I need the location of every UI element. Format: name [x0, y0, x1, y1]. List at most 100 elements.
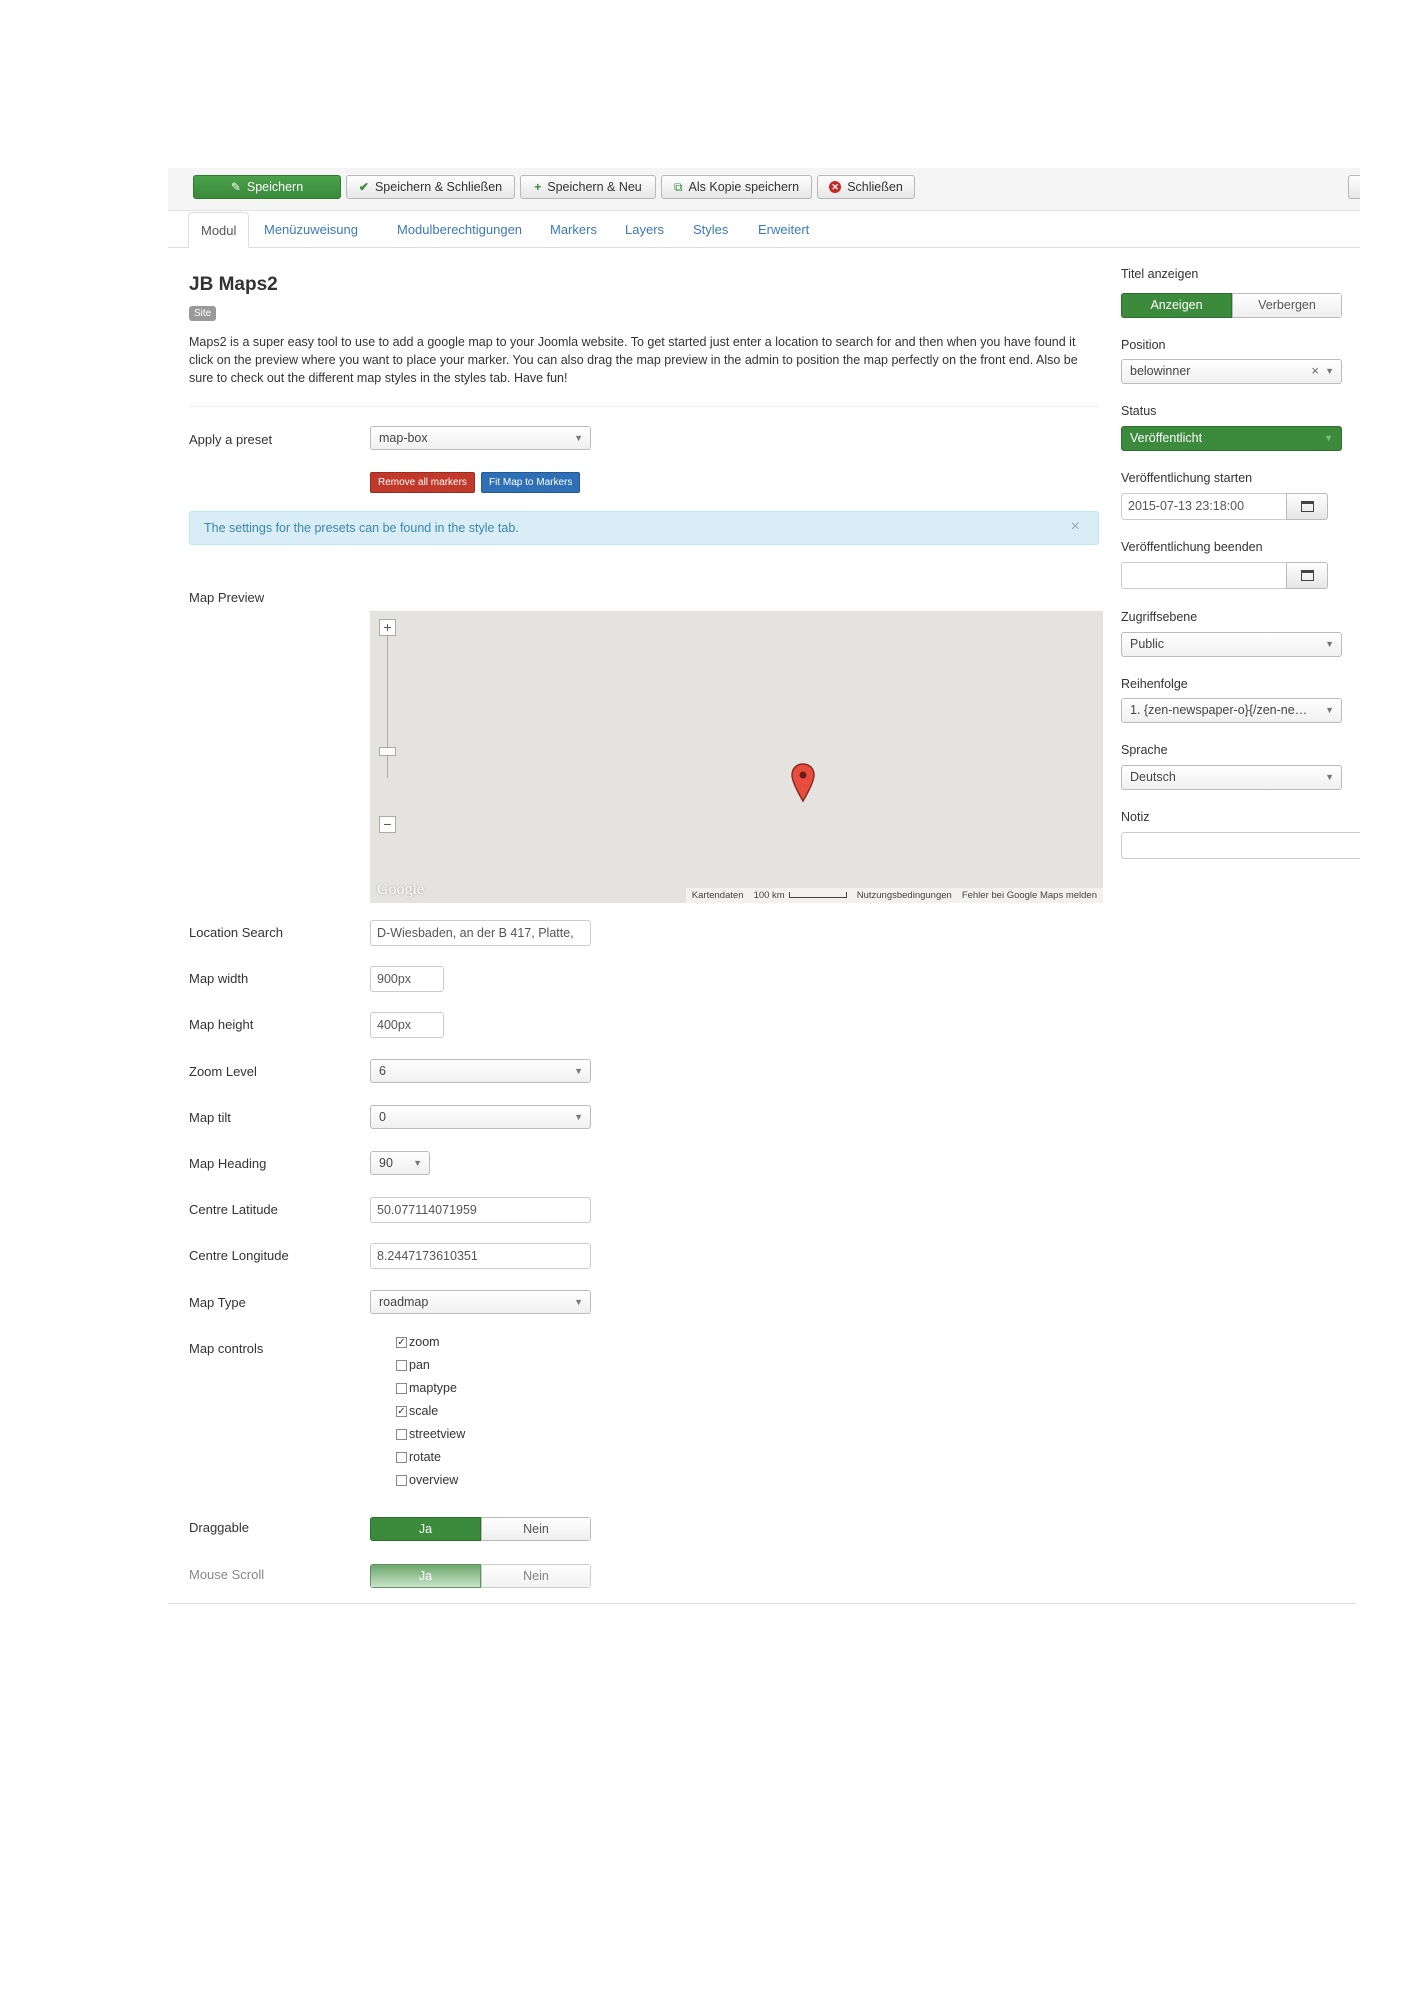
- language-select[interactable]: Deutsch ▼: [1121, 765, 1342, 790]
- zoom-slider-handle[interactable]: [379, 747, 396, 756]
- toolbar: ✎ Speichern ✔ Speichern & Schließen + Sp…: [168, 168, 1360, 211]
- close-circle-icon: ✕: [829, 181, 842, 193]
- show-title-label: Titel anzeigen: [1121, 267, 1199, 281]
- show-title-show-button[interactable]: Anzeigen: [1121, 293, 1232, 318]
- remove-markers-button[interactable]: Remove all markers: [370, 472, 475, 493]
- tab-markers[interactable]: Markers: [538, 212, 609, 247]
- save-close-button[interactable]: ✔ Speichern & Schließen: [346, 175, 515, 199]
- mouse-scroll-yes-button[interactable]: Ja: [370, 1564, 481, 1588]
- save-button[interactable]: ✎ Speichern: [193, 175, 341, 199]
- map-width-input[interactable]: 900px: [370, 966, 444, 992]
- tab-modul[interactable]: Modul: [188, 212, 250, 248]
- publish-end-input[interactable]: [1121, 562, 1287, 589]
- clear-icon[interactable]: ×: [1311, 360, 1319, 382]
- plus-icon: +: [534, 180, 542, 194]
- module-edit-page: { "toolbar": { "save": "Speichern", "sav…: [0, 0, 1414, 2000]
- location-search-input[interactable]: D-Wiesbaden, an der B 417, Platte,: [370, 920, 591, 946]
- tab-menuzuweisung[interactable]: Menüzuweisung: [252, 212, 370, 247]
- checkbox-overview[interactable]: overview: [396, 1473, 458, 1487]
- zoom-out-button[interactable]: −: [379, 816, 396, 833]
- map-scale: 100 km: [754, 890, 847, 901]
- preset-select[interactable]: map-box ▼: [370, 426, 591, 450]
- position-value: belowinner: [1130, 364, 1191, 378]
- position-label: Position: [1121, 338, 1166, 352]
- checkbox-rotate[interactable]: rotate: [396, 1450, 441, 1464]
- checkbox-box[interactable]: [396, 1359, 407, 1371]
- save-copy-button[interactable]: ⧉ Als Kopie speichern: [661, 175, 812, 199]
- map-heading-select[interactable]: 90 ▼: [370, 1151, 430, 1175]
- chevron-down-icon: ▼: [1325, 705, 1334, 715]
- centre-longitude-input[interactable]: 8.2447173610351: [370, 1243, 591, 1269]
- publish-start-calendar-button[interactable]: [1286, 493, 1328, 520]
- zoom-level-value: 6: [379, 1064, 386, 1078]
- checkbox-box[interactable]: [396, 1451, 407, 1463]
- checkbox-box[interactable]: [396, 1428, 407, 1440]
- site-badge: Site: [189, 306, 217, 321]
- zoom-in-button[interactable]: +: [379, 619, 396, 636]
- chevron-down-icon: ▼: [413, 1158, 422, 1168]
- tab-styles[interactable]: Styles: [681, 212, 740, 247]
- map-preview[interactable]: + − Google Kartendaten 100 km Nutzungsbe…: [370, 611, 1103, 903]
- checkbox-maptype[interactable]: maptype: [396, 1381, 457, 1395]
- centre-latitude-label: Centre Latitude: [189, 1202, 278, 1217]
- checkbox-box[interactable]: [396, 1474, 407, 1486]
- scale-bar: [788, 892, 847, 899]
- centre-longitude-label: Centre Longitude: [189, 1248, 289, 1263]
- tab-bar: Modul Menüzuweisung Modulberechtigungen …: [168, 212, 1360, 248]
- map-data-link[interactable]: Kartendaten: [692, 890, 744, 901]
- map-footer: Kartendaten 100 km Nutzungsbedingungen F…: [685, 888, 1103, 903]
- checkbox-box[interactable]: ✓: [396, 1336, 407, 1348]
- zoom-level-label: Zoom Level: [189, 1064, 257, 1079]
- checkbox-streetview[interactable]: streetview: [396, 1427, 465, 1441]
- checkbox-label: scale: [409, 1404, 439, 1418]
- chevron-down-icon: ▼: [1325, 772, 1334, 782]
- draggable-toggle: Ja Nein: [370, 1517, 591, 1541]
- draggable-no-button[interactable]: Nein: [481, 1517, 591, 1541]
- close-button[interactable]: ✕ Schließen: [817, 175, 915, 199]
- save-new-button[interactable]: + Speichern & Neu: [520, 175, 656, 199]
- show-title-toggle: Anzeigen Verbergen: [1121, 293, 1342, 318]
- alert-text: The settings for the presets can be foun…: [204, 521, 519, 535]
- checkbox-scale[interactable]: ✓ scale: [396, 1404, 438, 1418]
- fit-map-button[interactable]: Fit Map to Markers: [481, 472, 581, 493]
- help-button[interactable]: [1348, 175, 1360, 199]
- tab-erweitert[interactable]: Erweitert: [746, 212, 821, 247]
- map-preview-label: Map Preview: [189, 590, 265, 605]
- tab-modulberechtigungen[interactable]: Modulberechtigungen: [385, 212, 534, 247]
- tab-layers[interactable]: Layers: [613, 212, 676, 247]
- centre-latitude-input[interactable]: 50.077114071959: [370, 1197, 591, 1223]
- checkbox-zoom[interactable]: ✓ zoom: [396, 1335, 440, 1349]
- publish-start-label: Veröffentlichung starten: [1121, 471, 1253, 485]
- map-tilt-select[interactable]: 0 ▼: [370, 1105, 591, 1129]
- checkbox-label: overview: [409, 1473, 459, 1487]
- map-report-link[interactable]: Fehler bei Google Maps melden: [962, 890, 1097, 901]
- draggable-yes-button[interactable]: Ja: [370, 1517, 481, 1541]
- note-input[interactable]: [1121, 832, 1360, 859]
- show-title-hide-button[interactable]: Verbergen: [1232, 293, 1342, 318]
- language-label: Sprache: [1121, 743, 1168, 757]
- position-select[interactable]: belowinner × ▼: [1121, 359, 1342, 384]
- alert-close-icon[interactable]: ×: [1071, 518, 1080, 536]
- map-height-input[interactable]: 400px: [370, 1012, 444, 1038]
- draggable-label: Draggable: [189, 1520, 249, 1535]
- publish-end-calendar-button[interactable]: [1286, 562, 1328, 589]
- ordering-select[interactable]: 1. {zen-newspaper-o}{/zen-ne… ▼: [1121, 698, 1342, 723]
- mouse-scroll-no-button[interactable]: Nein: [481, 1564, 591, 1588]
- status-select[interactable]: Veröffentlicht ▼: [1121, 426, 1342, 451]
- publish-start-input[interactable]: 2015-07-13 23:18:00: [1121, 493, 1287, 520]
- zoom-level-select[interactable]: 6 ▼: [370, 1059, 591, 1083]
- status-label: Status: [1121, 404, 1157, 418]
- access-select[interactable]: Public ▼: [1121, 632, 1342, 657]
- checkbox-box[interactable]: ✓: [396, 1405, 407, 1417]
- close-label: Schließen: [847, 180, 903, 194]
- checkbox-box[interactable]: [396, 1382, 407, 1394]
- checkbox-label: streetview: [409, 1427, 466, 1441]
- check-icon: ✔: [358, 180, 369, 194]
- edit-icon: ✎: [230, 180, 241, 194]
- map-type-select[interactable]: roadmap ▼: [370, 1290, 591, 1314]
- map-terms-link[interactable]: Nutzungsbedingungen: [857, 890, 952, 901]
- chevron-down-icon: ▼: [574, 1066, 583, 1076]
- checkbox-pan[interactable]: pan: [396, 1358, 430, 1372]
- map-marker-icon[interactable]: [791, 763, 815, 803]
- chevron-down-icon: ▼: [1324, 433, 1333, 443]
